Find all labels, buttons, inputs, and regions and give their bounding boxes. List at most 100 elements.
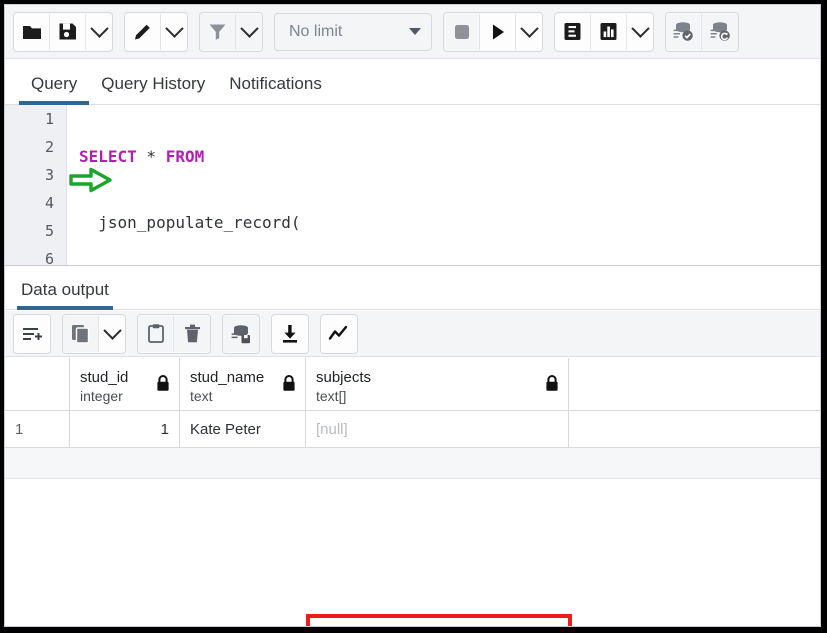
code-line-1: SELECT * FROM [67, 143, 820, 171]
sql-editor[interactable]: 1 2 3 4 5 6 SELECT * FROM json_populate_… [5, 105, 820, 265]
lock-icon [283, 375, 295, 391]
grid-empty-area [5, 448, 820, 479]
row-number: 1 [5, 411, 70, 447]
caret-down-icon [409, 28, 421, 35]
editor-gutter: 1 2 3 4 5 6 [5, 105, 67, 265]
line-number: 3 [44, 166, 54, 184]
edit-options-button[interactable] [161, 13, 187, 50]
query-tool-toolbar: No limit [5, 5, 820, 59]
line-number: 2 [44, 138, 54, 156]
save-data-changes-icon [231, 325, 250, 344]
line-number: 1 [44, 110, 54, 128]
save-data-changes-button[interactable] [223, 315, 259, 352]
grid-header-stud_name[interactable]: stud_name text [180, 358, 306, 410]
explain-options-button[interactable] [627, 13, 653, 50]
rollback-icon [710, 22, 730, 41]
explain-analyze-button[interactable] [591, 13, 627, 50]
grid-toolbar [5, 311, 820, 357]
tab-data-output-label: Data output [21, 280, 109, 299]
grid-header-subjects[interactable]: subjects text[] [306, 358, 569, 410]
column-type: text [190, 388, 213, 404]
tab-query-history-label: Query History [101, 74, 206, 93]
rollback-button[interactable] [702, 13, 738, 50]
grid-header-stud_id[interactable]: stud_id integer [70, 358, 180, 410]
paste-button[interactable] [138, 315, 174, 352]
sql-keyword: FROM [165, 147, 205, 166]
open-file-icon [22, 25, 41, 39]
filter-button[interactable] [200, 13, 236, 50]
copy-icon [72, 325, 90, 344]
tab-query[interactable]: Query [19, 74, 90, 105]
commit-button[interactable] [666, 13, 702, 50]
line-number: 4 [44, 194, 54, 212]
delete-row-button[interactable] [174, 315, 210, 352]
app-window: No limit Query Query History Notificatio… [4, 4, 821, 627]
chevron-down-icon [164, 19, 184, 38]
paste-icon [147, 324, 164, 343]
open-file-button[interactable] [14, 13, 50, 50]
toolbar-group-edit [124, 11, 188, 52]
filter-icon [209, 24, 226, 40]
line-number: 5 [44, 222, 54, 240]
tab-query-history[interactable]: Query History [89, 74, 217, 104]
tab-notifications[interactable]: Notifications [217, 74, 334, 104]
chevron-down-icon [89, 19, 109, 38]
explain-button[interactable] [555, 13, 591, 50]
download-button[interactable] [272, 315, 308, 352]
execute-button[interactable] [480, 13, 516, 50]
results-grid: stud_id integer stud_name text subjects … [5, 358, 820, 479]
grid-group-addrow [13, 313, 51, 354]
sql-plain: * [136, 147, 166, 166]
cell-subjects[interactable]: [null] [306, 411, 569, 447]
lock-icon [157, 375, 169, 391]
line-number-partial: 6 [44, 250, 54, 265]
stop-button[interactable] [444, 13, 480, 50]
stop-square-icon [454, 24, 469, 39]
chevron-down-icon [102, 321, 122, 340]
cell-stud_name[interactable]: Kate Peter [180, 411, 306, 447]
toolbar-group-explain [554, 11, 654, 52]
row-limit-select[interactable]: No limit [274, 12, 432, 51]
toolbar-group-filter [199, 11, 263, 52]
highlight-box-subjects-column [306, 614, 572, 626]
graph-visualiser-button[interactable] [321, 315, 357, 352]
pencil-edit-icon [134, 24, 150, 39]
row-limit-value: No limit [289, 22, 343, 40]
filter-options-button[interactable] [236, 13, 262, 50]
chevron-down-icon [630, 19, 650, 38]
add-row-icon [23, 327, 42, 340]
sql-code[interactable]: SELECT * FROM json_populate_record( null… [67, 105, 820, 265]
edit-button[interactable] [125, 13, 161, 50]
data-output-panel: Data output stud_id integer stud_name te… [5, 265, 820, 626]
execute-options-button[interactable] [516, 13, 542, 50]
copy-options-button[interactable] [99, 315, 125, 352]
toolbar-group-transaction [665, 11, 739, 52]
add-row-button[interactable] [14, 315, 50, 352]
save-file-button[interactable] [50, 13, 86, 50]
table-row[interactable]: 1 1 Kate Peter [null] [5, 411, 820, 448]
grid-group-graph [320, 313, 358, 354]
graph-visualiser-icon [328, 325, 348, 340]
tab-data-output[interactable]: Data output [17, 280, 113, 310]
column-name: subjects [316, 369, 372, 386]
copy-button[interactable] [63, 315, 99, 352]
grid-group-copy [62, 313, 126, 354]
toolbar-group-execute [443, 11, 543, 52]
play-triangle-icon [492, 24, 504, 39]
delete-trash-icon [184, 324, 200, 343]
save-file-icon [59, 23, 76, 40]
grid-group-paste-delete [137, 313, 211, 354]
column-name: stud_name [190, 369, 265, 386]
sql-keyword: SELECT [79, 147, 137, 166]
grid-group-savedata [222, 313, 260, 354]
grid-group-download [271, 313, 309, 354]
grid-header-row: stud_id integer stud_name text subjects … [5, 358, 820, 411]
cell-stud_id[interactable]: 1 [70, 411, 180, 447]
save-options-button[interactable] [86, 13, 112, 50]
explain-e-icon [564, 23, 581, 40]
toolbar-group-file [13, 11, 113, 52]
sql-plain: json_populate_record( [79, 213, 301, 232]
chevron-down-icon [239, 19, 259, 38]
query-tabs: Query Query History Notifications [5, 59, 820, 105]
explain-analyze-chart-icon [600, 23, 617, 40]
